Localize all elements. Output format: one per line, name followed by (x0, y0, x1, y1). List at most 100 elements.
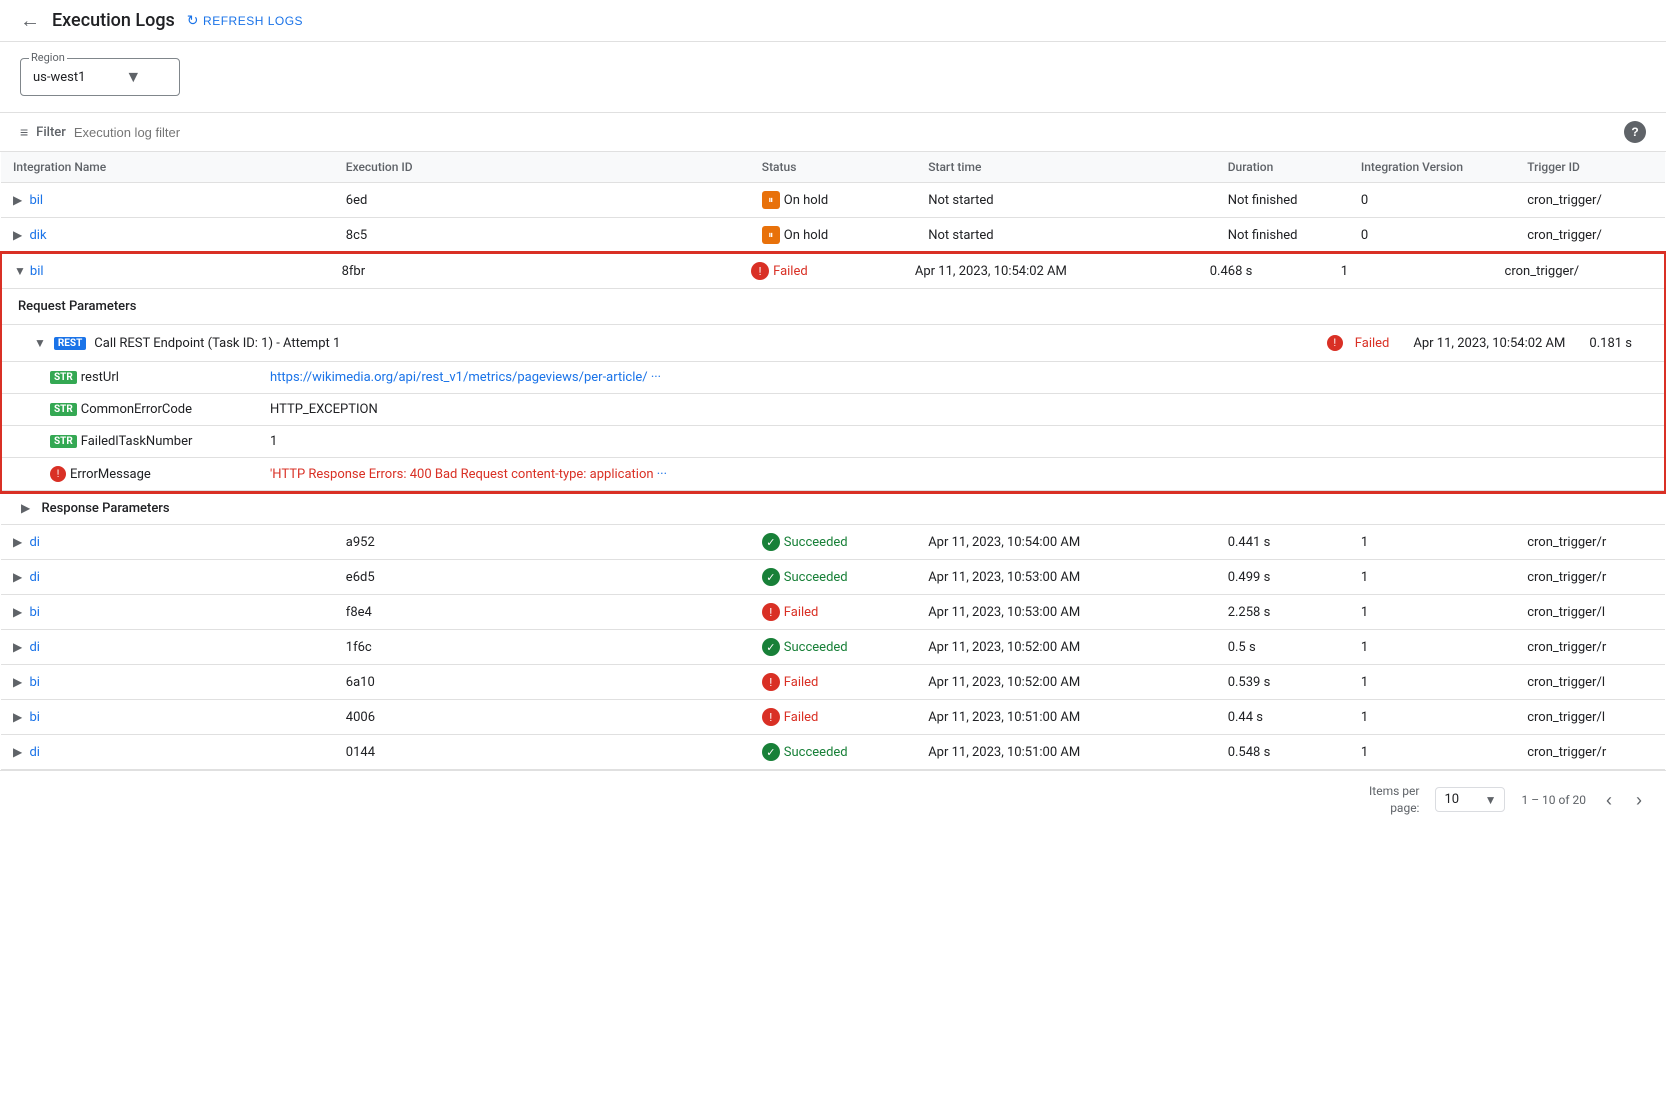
dropdown-arrow-icon: ▼ (125, 67, 141, 87)
col-status: Status (750, 152, 916, 183)
error-ellipsis[interactable]: ··· (657, 467, 667, 482)
status-cell: ! Failed (750, 665, 916, 700)
error-circle-icon: ! (762, 603, 780, 621)
integration-name-link[interactable]: dik (29, 228, 46, 243)
next-page-button[interactable]: › (1632, 787, 1646, 813)
trigger-id-cell: cron_trigger/r (1515, 525, 1665, 560)
region-select[interactable]: Region us-west1 ▼ (20, 58, 180, 96)
execution-id-cell: 1f6c (334, 630, 750, 665)
start-time-cell: Apr 11, 2023, 10:53:00 AM (916, 560, 1216, 595)
rest-duration: 0.181 s (1589, 336, 1632, 351)
duration-cell: 0.539 s (1216, 665, 1349, 700)
str-badge: STR (50, 435, 77, 448)
onhold-icon: ⏸ (762, 226, 780, 244)
integration-name-link[interactable]: bi (29, 675, 39, 690)
start-time-cell: Apr 11, 2023, 10:53:00 AM (916, 595, 1216, 630)
status-badge: ⏸ On hold (762, 226, 828, 244)
col-execution-id: Execution ID (334, 152, 750, 183)
expand-row-2-button[interactable]: ▶ (13, 228, 22, 242)
expand-row-1-button[interactable]: ▶ (13, 193, 22, 207)
integration-name-link[interactable]: bi (29, 710, 39, 725)
str-badge: STR (50, 371, 77, 384)
help-button[interactable]: ? (1624, 121, 1646, 143)
start-time-cell: Apr 11, 2023, 10:52:00 AM (916, 665, 1216, 700)
integration-name-link[interactable]: di (29, 570, 40, 585)
success-circle-icon: ✓ (762, 638, 780, 656)
expand-row-8-button[interactable]: ▶ (13, 675, 22, 689)
version-cell: 0 (1349, 183, 1515, 218)
detail-row-error-message: ! ErrorMessage 'HTTP Response Errors: 40… (2, 458, 1664, 491)
integration-name-link[interactable]: di (29, 640, 40, 655)
request-params-header: Request Parameters (2, 289, 1664, 325)
status-badge: ⏸ On hold (762, 191, 828, 209)
duration-cell: Not finished (1216, 183, 1349, 218)
filter-input[interactable] (74, 125, 1616, 140)
expand-row-10-button[interactable]: ▶ (13, 745, 22, 759)
table-row: ▶ bi 6a10 ! Failed Apr 11, 2023, 10:52:0… (1, 665, 1665, 700)
integration-name-link[interactable]: di (29, 535, 40, 550)
detail-row-resturl: STR restUrl https://wikimedia.org/api/re… (2, 362, 1664, 394)
region-float-label: Region (29, 51, 67, 64)
per-page-select[interactable]: 10 ▼ (1435, 787, 1505, 812)
expand-response-button[interactable]: ▶ (21, 501, 30, 515)
status-badge: ✓ Succeeded (762, 638, 848, 656)
expand-row-7-button[interactable]: ▶ (13, 640, 22, 654)
integration-name-link[interactable]: di (29, 745, 40, 760)
expand-row-5-button[interactable]: ▶ (13, 570, 22, 584)
status-cell: ✓ Succeeded (750, 735, 916, 770)
version-cell: 1 (1349, 525, 1515, 560)
str-badge: STR (50, 403, 77, 416)
integration-name-link[interactable]: bil (30, 264, 44, 279)
execution-id-cell: 4006 (334, 700, 750, 735)
duration-cell: 0.499 s (1216, 560, 1349, 595)
status-cell: ! Failed (750, 700, 916, 735)
table-row: ▶ bi f8e4 ! Failed Apr 11, 2023, 10:53:0… (1, 595, 1665, 630)
integration-name-cell: ▶ dik (1, 218, 334, 254)
table-row: ▶ di 0144 ✓ Succeeded Apr 11, 2023, 10:5… (1, 735, 1665, 770)
response-params-label: Response Parameters (41, 501, 169, 516)
collapse-row-3-button[interactable]: ▼ (14, 264, 26, 278)
region-section: Region us-west1 ▼ (0, 42, 1666, 112)
start-time-cell: Apr 11, 2023, 10:51:00 AM (916, 700, 1216, 735)
table-row: ▶ dik 8c5 ⏸ On hold Not started Not fini… (1, 218, 1665, 254)
ellipsis-icon[interactable]: ··· (651, 370, 661, 385)
back-button[interactable]: ← (20, 11, 40, 31)
version-cell: 1 (1349, 560, 1515, 595)
duration-cell: 0.44 s (1216, 700, 1349, 735)
expand-row-6-button[interactable]: ▶ (13, 605, 22, 619)
integration-name-cell: ▶ di (1, 735, 334, 770)
execution-id-cell: 6a10 (334, 665, 750, 700)
prev-page-button[interactable]: ‹ (1602, 787, 1616, 813)
status-cell: ✓ Succeeded (750, 630, 916, 665)
rest-error-icon: ! (1327, 335, 1343, 351)
refresh-logs-button[interactable]: ↻ REFRESH LOGS (187, 12, 303, 29)
trigger-id-cell: cron_trigger/r (1515, 560, 1665, 595)
expand-row-9-button[interactable]: ▶ (13, 710, 22, 724)
trigger-id-cell: cron_trigger/l (1515, 665, 1665, 700)
integration-name-link[interactable]: bil (29, 193, 43, 208)
table-container: Integration Name Execution ID Status Sta… (0, 152, 1666, 770)
error-circle-icon: ! (762, 708, 780, 726)
execution-id-cell: a952 (334, 525, 750, 560)
table-row: ▶ di a952 ✓ Succeeded Apr 11, 2023, 10:5… (1, 525, 1665, 560)
rest-url-value[interactable]: https://wikimedia.org/api/rest_v1/metric… (270, 370, 648, 385)
expand-row-4-button[interactable]: ▶ (13, 535, 22, 549)
table-row: ▶ bi 4006 ! Failed Apr 11, 2023, 10:51:0… (1, 700, 1665, 735)
trigger-id-cell: cron_trigger/ (1515, 183, 1665, 218)
status-cell: ✓ Succeeded (750, 560, 916, 595)
expand-rest-button[interactable]: ▼ (34, 336, 46, 350)
status-cell: ! Failed (750, 595, 916, 630)
integration-name-link[interactable]: bi (29, 605, 39, 620)
status-badge: ! Failed (762, 603, 819, 621)
integration-name-cell: ▶ bi (1, 700, 334, 735)
table-row-expanded: ▼ bil 8fbr ! Failed Apr 11, 2023, 10:54:… (1, 253, 1665, 492)
col-integration-name: Integration Name (1, 152, 334, 183)
error-circle-icon: ! (751, 262, 769, 280)
failed-badge: ! Failed (751, 262, 808, 280)
table-header-row: Integration Name Execution ID Status Sta… (1, 152, 1665, 183)
start-time-cell: Not started (916, 183, 1216, 218)
duration-cell: 0.5 s (1216, 630, 1349, 665)
pagination-bar: Items perpage: 10 ▼ 1 – 10 of 20 ‹ › (0, 770, 1666, 829)
page-info: 1 – 10 of 20 (1521, 793, 1586, 807)
trigger-id-cell: cron_trigger/l (1515, 700, 1665, 735)
